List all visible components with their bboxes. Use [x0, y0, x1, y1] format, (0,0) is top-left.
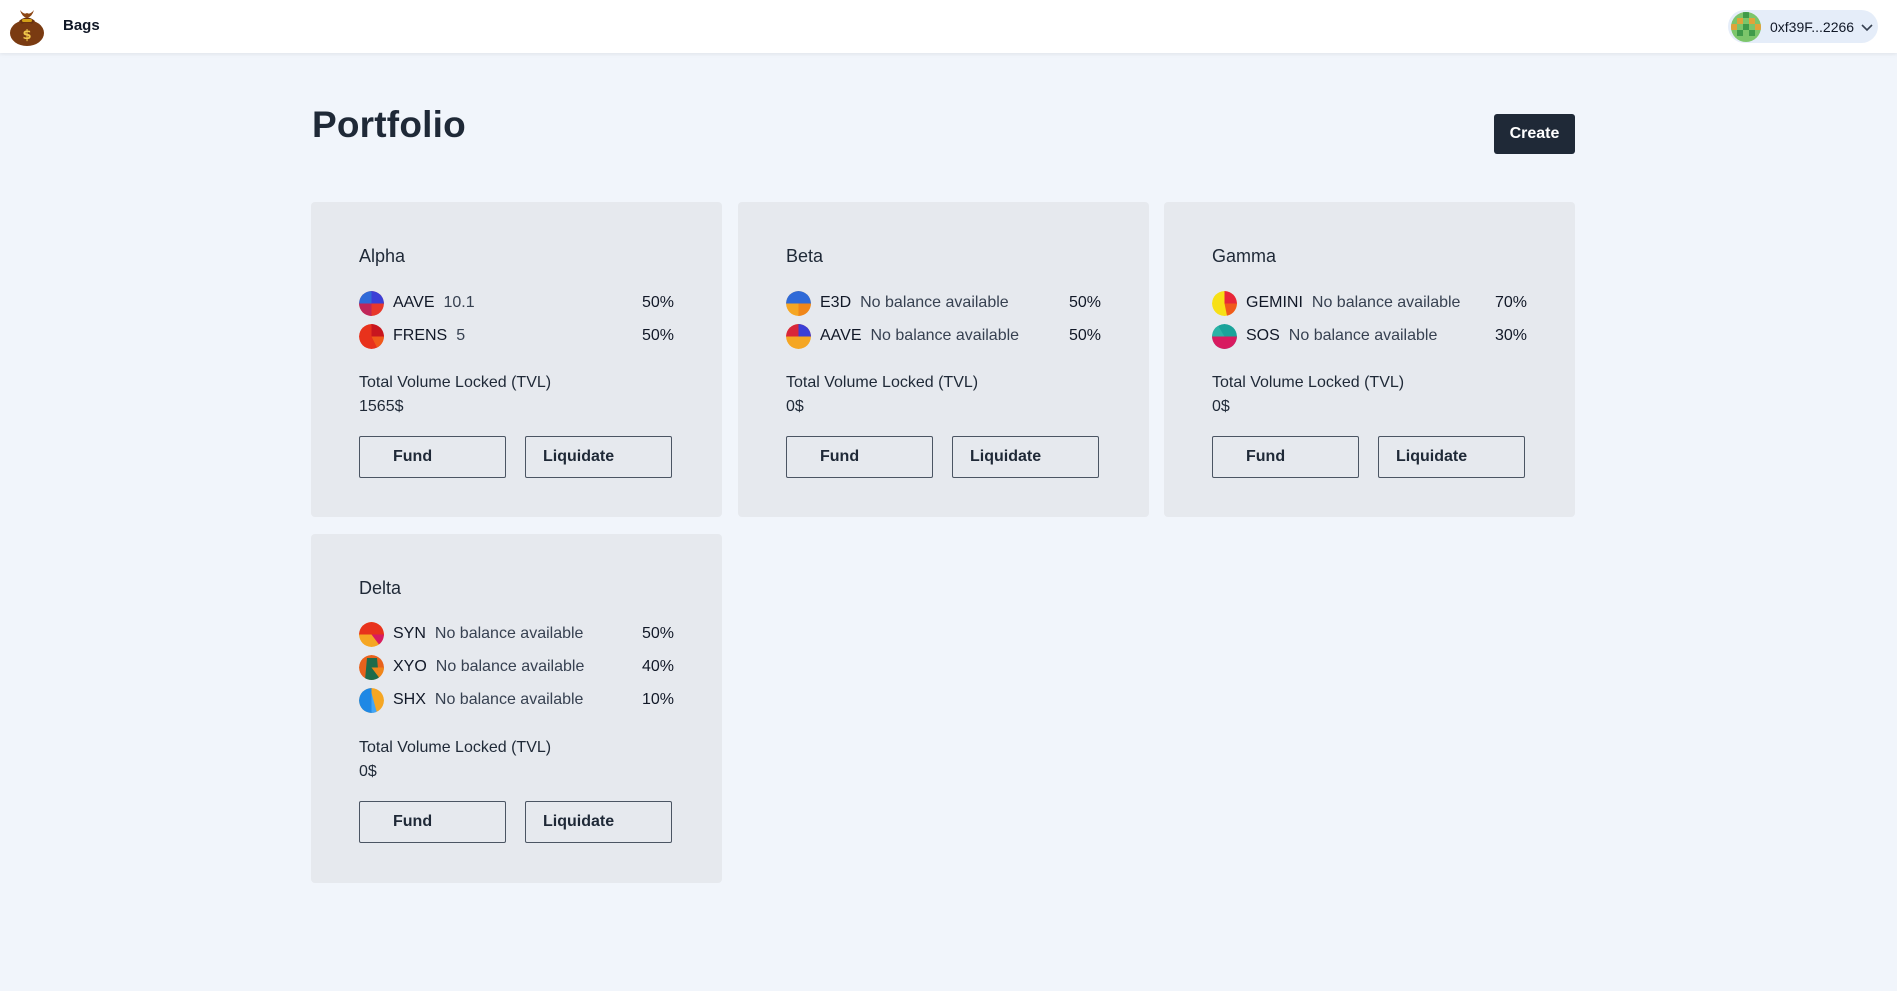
chevron-down-icon	[1861, 23, 1873, 31]
liquidate-button[interactable]: Liquidate	[525, 801, 672, 843]
fund-button[interactable]: Fund	[359, 436, 506, 478]
tvl-label: Total Volume Locked (TVL)	[786, 374, 979, 391]
asset-row: GEMINI No balance available 70%	[1212, 290, 1527, 316]
token-balance: No balance available	[1288, 327, 1438, 344]
portfolio-name: Beta	[786, 246, 824, 266]
create-portfolio-button[interactable]: Create	[1494, 114, 1575, 154]
token-balance: No balance available	[860, 294, 1009, 311]
asset-row: SYN No balance available 50%	[359, 621, 674, 647]
tvl-value: 0$	[786, 398, 804, 415]
tvl-label: Total Volume Locked (TVL)	[359, 739, 552, 756]
gemini-token-icon	[1212, 290, 1237, 316]
token-balance: No balance available	[435, 658, 585, 675]
token-balance: No balance available	[870, 327, 1020, 344]
aave-token-icon	[786, 323, 811, 349]
portfolio-name: Gamma	[1212, 246, 1277, 266]
token-allocation-percent: 70%	[1494, 294, 1527, 311]
fund-button[interactable]: Fund	[786, 436, 933, 478]
asset-row: SOS No balance available 30%	[1212, 323, 1527, 349]
svg-text:$: $	[22, 28, 31, 43]
token-allocation-percent: 50%	[641, 294, 674, 311]
syn-token-icon	[359, 621, 384, 647]
fund-button[interactable]: Fund	[1212, 436, 1359, 478]
wallet-avatar-icon	[1731, 11, 1761, 42]
sos-token-icon	[1212, 323, 1237, 349]
token-allocation-percent: 50%	[1068, 294, 1101, 311]
portfolio-card-gamma: Gamma GEMINI No balance available 70% SO…	[1164, 202, 1575, 517]
token-balance: 5	[456, 327, 466, 344]
token-symbol: XYO	[393, 658, 427, 675]
tvl-label: Total Volume Locked (TVL)	[1212, 374, 1405, 391]
token-allocation-percent: 10%	[641, 691, 674, 708]
wallet-address: 0xf39F...2266	[1770, 18, 1855, 35]
top-navbar: $ Bags 0xf39F...2266	[0, 0, 1897, 53]
tvl-value: 1565$	[359, 398, 404, 415]
shx-token-icon	[359, 687, 384, 713]
asset-row: XYO No balance available 40%	[359, 654, 674, 680]
token-allocation-percent: 50%	[1068, 327, 1101, 344]
liquidate-button[interactable]: Liquidate	[1378, 436, 1525, 478]
tvl-value: 0$	[359, 763, 377, 780]
asset-row: E3D No balance available 50%	[786, 290, 1101, 316]
fund-button[interactable]: Fund	[359, 801, 506, 843]
token-symbol: SYN	[393, 625, 426, 642]
asset-row: AAVE No balance available 50%	[786, 323, 1101, 349]
token-symbol: SOS	[1246, 327, 1280, 344]
money-bag-logo-icon[interactable]: $	[5, 4, 49, 48]
token-symbol: E3D	[820, 294, 852, 311]
token-allocation-percent: 50%	[641, 625, 674, 642]
token-symbol: AAVE	[820, 327, 862, 344]
token-balance: No balance available	[434, 691, 584, 708]
liquidate-button[interactable]: Liquidate	[525, 436, 672, 478]
portfolio-card-alpha: Alpha AAVE 10.1 50% FRENS 5 50% Total Vo…	[311, 202, 722, 517]
token-allocation-percent: 40%	[641, 658, 674, 675]
portfolio-card-delta: Delta SYN No balance available 50% XYO N…	[311, 534, 722, 883]
asset-row: AAVE 10.1 50%	[359, 290, 674, 316]
token-symbol: FRENS	[393, 327, 448, 344]
portfolio-name: Alpha	[359, 246, 406, 266]
portfolio-card-beta: Beta E3D No balance available 50% AAVE N…	[738, 202, 1149, 517]
token-allocation-percent: 30%	[1494, 327, 1527, 344]
token-balance: No balance available	[1311, 294, 1461, 311]
token-symbol: SHX	[393, 691, 426, 708]
tvl-label: Total Volume Locked (TVL)	[359, 374, 552, 391]
tvl-value: 0$	[1212, 398, 1230, 415]
liquidate-button[interactable]: Liquidate	[952, 436, 1099, 478]
token-symbol: AAVE	[393, 294, 435, 311]
frens-token-icon	[359, 323, 384, 349]
e3d-token-icon	[786, 290, 811, 316]
asset-row: FRENS 5 50%	[359, 323, 674, 349]
xyo-token-icon	[359, 654, 384, 680]
brand-name: Bags	[63, 17, 100, 34]
aave-token-icon	[359, 290, 384, 316]
token-balance: No balance available	[434, 625, 584, 642]
portfolio-name: Delta	[359, 578, 402, 598]
asset-row: SHX No balance available 10%	[359, 687, 674, 713]
token-allocation-percent: 50%	[641, 327, 674, 344]
wallet-account-button[interactable]: 0xf39F...2266	[1728, 10, 1878, 43]
page-title: Portfolio	[312, 104, 466, 145]
token-balance: 10.1	[443, 294, 475, 311]
token-symbol: GEMINI	[1246, 294, 1303, 311]
